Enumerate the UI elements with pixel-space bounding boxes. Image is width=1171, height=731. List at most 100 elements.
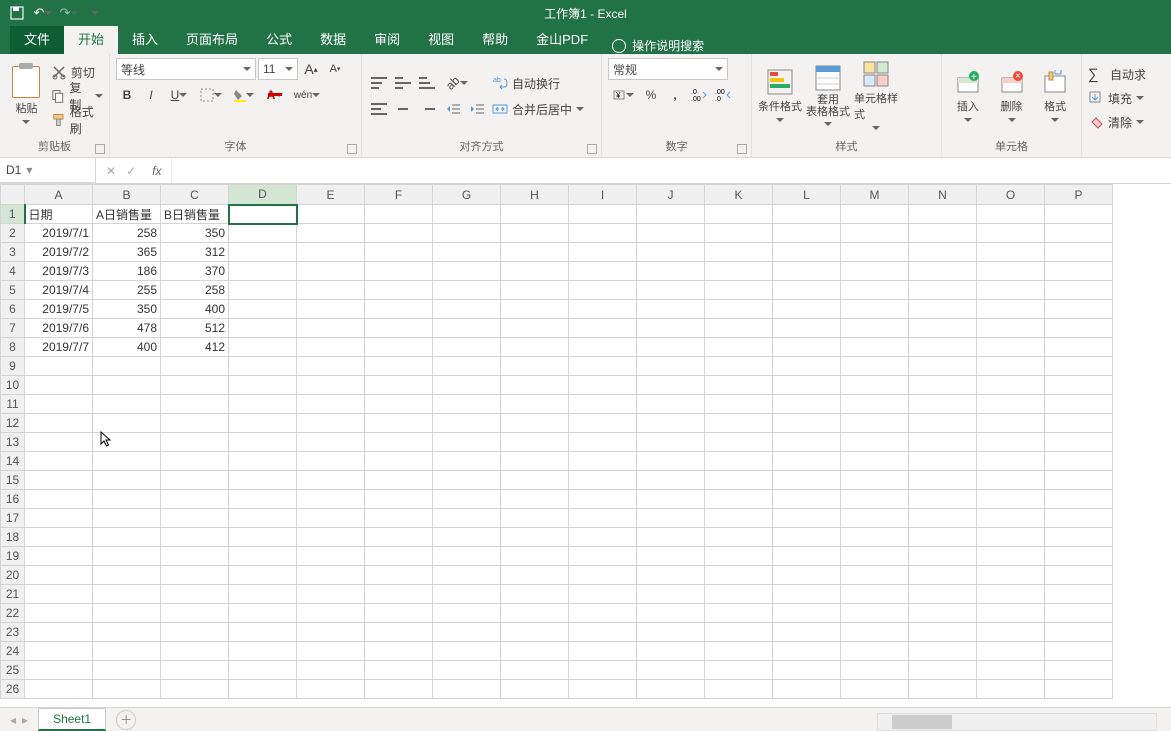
cell[interactable]: 258: [93, 224, 161, 243]
cell[interactable]: [433, 376, 501, 395]
cell[interactable]: [433, 262, 501, 281]
cell[interactable]: [977, 205, 1045, 224]
cell[interactable]: [909, 490, 977, 509]
cell[interactable]: [433, 585, 501, 604]
cell[interactable]: [1045, 414, 1113, 433]
cell[interactable]: [229, 528, 297, 547]
cell[interactable]: 2019/7/4: [25, 281, 93, 300]
cell[interactable]: [433, 490, 501, 509]
cell[interactable]: [365, 338, 433, 357]
cell[interactable]: [909, 357, 977, 376]
cell[interactable]: [977, 243, 1045, 262]
cell[interactable]: [977, 262, 1045, 281]
fx-icon[interactable]: fx: [146, 164, 161, 178]
sheet-tab-active[interactable]: Sheet1: [38, 708, 106, 731]
cell[interactable]: [773, 471, 841, 490]
cell[interactable]: [1045, 642, 1113, 661]
cell[interactable]: [1045, 680, 1113, 699]
cell[interactable]: [297, 243, 365, 262]
accept-formula-icon[interactable]: ✓: [126, 164, 136, 178]
cell[interactable]: [433, 623, 501, 642]
row-header[interactable]: 7: [1, 319, 25, 338]
cell[interactable]: [705, 642, 773, 661]
row-header[interactable]: 17: [1, 509, 25, 528]
cell[interactable]: [1045, 281, 1113, 300]
cell[interactable]: [229, 490, 297, 509]
wrap-text-button[interactable]: ab自动换行: [492, 72, 584, 94]
cell[interactable]: [25, 509, 93, 528]
cell[interactable]: [25, 547, 93, 566]
cell[interactable]: [1045, 471, 1113, 490]
cell[interactable]: [501, 604, 569, 623]
cell[interactable]: [977, 547, 1045, 566]
cell[interactable]: [909, 319, 977, 338]
cell[interactable]: [501, 452, 569, 471]
cell[interactable]: [1045, 338, 1113, 357]
cell[interactable]: [229, 414, 297, 433]
cell[interactable]: [1045, 300, 1113, 319]
cell[interactable]: B日销售量: [161, 205, 229, 224]
cell[interactable]: [297, 566, 365, 585]
cell[interactable]: [297, 433, 365, 452]
cell[interactable]: [637, 224, 705, 243]
cell[interactable]: [229, 566, 297, 585]
cell[interactable]: [25, 661, 93, 680]
cell[interactable]: [433, 604, 501, 623]
cell[interactable]: [161, 604, 229, 623]
cell[interactable]: [705, 528, 773, 547]
cell[interactable]: [841, 357, 909, 376]
row-header[interactable]: 22: [1, 604, 25, 623]
cell[interactable]: 日期: [25, 205, 93, 224]
fill-button[interactable]: 填充: [1088, 87, 1146, 109]
align-bottom-icon[interactable]: [416, 72, 438, 94]
cell[interactable]: [977, 395, 1045, 414]
border-button[interactable]: [196, 84, 226, 106]
cell[interactable]: [569, 224, 637, 243]
cell[interactable]: [909, 243, 977, 262]
cell[interactable]: [229, 262, 297, 281]
grow-font-icon[interactable]: A▴: [300, 58, 322, 80]
cell[interactable]: [501, 357, 569, 376]
cell[interactable]: [1045, 452, 1113, 471]
cell[interactable]: [1045, 376, 1113, 395]
cell[interactable]: 512: [161, 319, 229, 338]
redo-icon[interactable]: ↷: [58, 2, 80, 24]
cell[interactable]: [1045, 490, 1113, 509]
format-cells-button[interactable]: 格式: [1035, 59, 1075, 133]
cell[interactable]: [365, 205, 433, 224]
cell[interactable]: [93, 661, 161, 680]
tab-insert[interactable]: 插入: [118, 23, 172, 54]
row-header[interactable]: 14: [1, 452, 25, 471]
cell[interactable]: [1045, 262, 1113, 281]
cell[interactable]: [161, 395, 229, 414]
cell[interactable]: [773, 395, 841, 414]
cell[interactable]: [433, 680, 501, 699]
bold-button[interactable]: B: [116, 84, 138, 106]
cell[interactable]: [841, 452, 909, 471]
cell[interactable]: [1045, 585, 1113, 604]
cell[interactable]: 2019/7/7: [25, 338, 93, 357]
row-header[interactable]: 11: [1, 395, 25, 414]
cell[interactable]: [365, 224, 433, 243]
column-header[interactable]: O: [977, 185, 1045, 205]
cell[interactable]: [297, 262, 365, 281]
cell-styles-button[interactable]: 单元格样式: [854, 59, 898, 133]
cell[interactable]: [501, 319, 569, 338]
cell[interactable]: [433, 471, 501, 490]
row-header[interactable]: 24: [1, 642, 25, 661]
cell[interactable]: [841, 338, 909, 357]
cell[interactable]: [773, 661, 841, 680]
cell[interactable]: [637, 205, 705, 224]
align-center-icon[interactable]: [392, 98, 414, 120]
cell[interactable]: [161, 433, 229, 452]
cell[interactable]: [501, 281, 569, 300]
indent-icon[interactable]: [466, 98, 488, 120]
font-size-combo[interactable]: 11: [258, 58, 298, 80]
cell[interactable]: [773, 376, 841, 395]
cell[interactable]: [297, 585, 365, 604]
cell[interactable]: [637, 262, 705, 281]
cell[interactable]: [229, 243, 297, 262]
cell[interactable]: [93, 528, 161, 547]
cell[interactable]: [501, 300, 569, 319]
conditional-format-button[interactable]: 条件格式: [758, 59, 802, 133]
